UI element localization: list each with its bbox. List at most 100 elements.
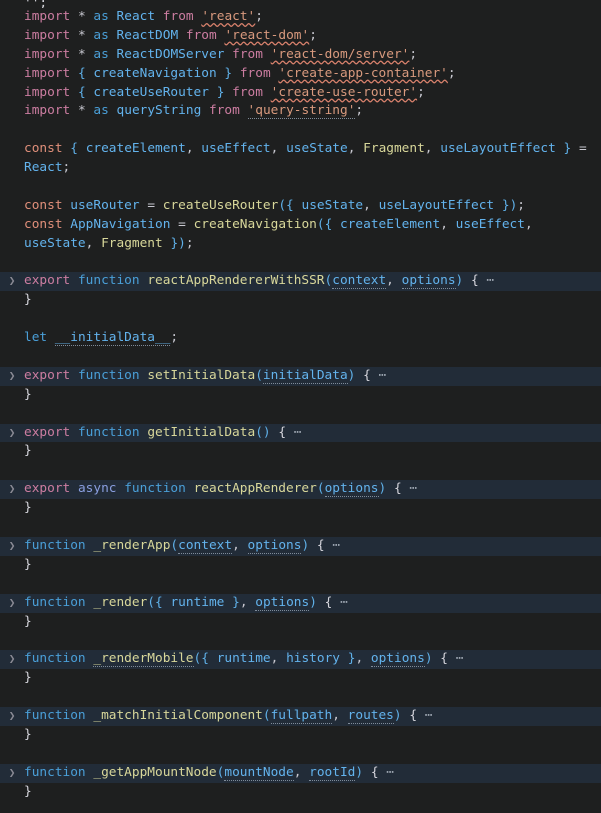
fold-placeholder[interactable]: ⋯ — [340, 595, 348, 610]
code-line-react-continuation[interactable]: React; — [0, 159, 601, 178]
module-create-use-router: 'create-use-router' — [270, 84, 418, 100]
ident-createElement: createElement — [85, 141, 186, 157]
fold-chevron-icon[interactable]: ❯ — [0, 424, 24, 443]
comma: , — [232, 537, 240, 553]
kw-const: const — [24, 197, 63, 213]
code-line-close-brace: } — [0, 499, 601, 518]
fold-chevron-icon[interactable]: ❯ — [0, 707, 24, 726]
lbrace: { — [370, 764, 379, 780]
code-line-const-appnavigation[interactable]: const AppNavigation = createNavigation({… — [0, 216, 601, 235]
equals: = — [578, 141, 587, 157]
code-line-const-userouter[interactable]: const useRouter = createUseRouter({ useS… — [0, 197, 601, 216]
fold-placeholder[interactable]: ⋯ — [294, 425, 302, 440]
fold-placeholder[interactable]: ⋯ — [379, 368, 387, 383]
folded-line-reactAppRenderer[interactable]: ❯ export async function reactAppRenderer(… — [0, 480, 601, 500]
rbrace: } — [501, 197, 510, 213]
module-query-string: 'query-string' — [247, 103, 356, 120]
code-line-import-createuserouter[interactable]: import { createUseRouter } from 'create-… — [0, 84, 601, 103]
code-line-close-brace: } — [0, 556, 601, 575]
comma: , — [332, 707, 340, 723]
semicolon: ; — [62, 160, 71, 176]
lbrace: { — [155, 594, 163, 610]
kw-function: function — [77, 424, 140, 440]
fold-chevron-icon[interactable]: ❯ — [0, 272, 24, 291]
kw-function: function — [24, 537, 86, 553]
fn-name-reactAppRendererWithSSR: reactAppRendererWithSSR — [147, 273, 325, 289]
kw-import: import — [24, 9, 71, 24]
ident-useEffect: useEffect — [455, 216, 525, 232]
code-line-const-destructure[interactable]: const { createElement, useEffect, useSta… — [0, 140, 601, 159]
fold-placeholder[interactable]: ⋯ — [425, 708, 433, 723]
lbrace: { — [201, 651, 209, 667]
fold-placeholder[interactable]: ⋯ — [386, 765, 394, 780]
code-line-import-createnavigation[interactable]: import { createNavigation } from 'create… — [0, 65, 601, 84]
param-rootId: rootId — [309, 764, 356, 781]
code-content[interactable]: ''; import * as React from 'react'; impo… — [0, 0, 601, 801]
module-react-dom: 'react-dom' — [224, 27, 310, 43]
param-runtime: runtime — [170, 594, 225, 610]
ident-useLayoutEffect: useLayoutEffect — [378, 197, 495, 213]
ident-useState: useState — [301, 197, 364, 213]
folded-line-getInitialData[interactable]: ❯ export function getInitialData() { ⋯ — [0, 423, 601, 443]
fold-chevron-icon[interactable]: ❯ — [0, 650, 24, 669]
code-editor[interactable]: ''; import * as React from 'react'; impo… — [0, 0, 601, 813]
ident-useState: useState — [24, 235, 86, 251]
param-fullpath: fullpath — [270, 707, 333, 724]
kw-from: from — [232, 84, 263, 100]
code-line-close-brace: } — [0, 613, 601, 632]
kw-as: as — [93, 46, 109, 62]
folded-line-reactAppRendererWithSSR[interactable]: ❯ export function reactAppRendererWithSSR… — [0, 272, 601, 292]
param-options: options — [370, 651, 425, 668]
rparen: ) — [347, 367, 356, 383]
rparen: ) — [393, 707, 402, 723]
folded-line-renderMobile[interactable]: ❯ function _renderMobile({ runtime, histo… — [0, 650, 601, 670]
param-initialData: initialData — [262, 367, 348, 384]
fold-placeholder[interactable]: ⋯ — [332, 538, 340, 553]
fold-placeholder[interactable]: ⋯ — [409, 481, 417, 496]
fold-chevron-icon[interactable]: ❯ — [0, 764, 24, 783]
ident-Fragment: Fragment — [101, 235, 163, 251]
param-context: context — [332, 273, 387, 290]
code-line-import-reactdom[interactable]: import * as ReactDOM from 'react-dom'; — [0, 27, 601, 46]
kw-function: function — [24, 651, 86, 667]
code-line-import-react[interactable]: import * as React from 'react'; — [0, 8, 601, 27]
code-line-import-querystring[interactable]: import * as queryString from 'query-stri… — [0, 102, 601, 121]
folded-line-matchInitialComponent[interactable]: ❯ function _matchInitialComponent(fullpat… — [0, 706, 601, 726]
ident-useRouter: useRouter — [70, 197, 140, 213]
lbrace: { — [409, 707, 418, 723]
equals: = — [178, 216, 186, 232]
kw-function: function — [24, 594, 86, 610]
lbrace: { — [363, 367, 371, 383]
fold-placeholder[interactable]: ⋯ — [456, 651, 464, 666]
code-line-appnavigation-continuation[interactable]: useState, Fragment }); — [0, 235, 601, 254]
folded-line-renderApp[interactable]: ❯ function _renderApp(context, options) {… — [0, 536, 601, 556]
ident-ReactDOMServer: ReactDOMServer — [116, 46, 225, 62]
comma: , — [85, 235, 94, 251]
fold-chevron-icon[interactable]: ❯ — [0, 594, 24, 613]
fold-chevron-icon[interactable]: ❯ — [0, 367, 24, 386]
folded-line-getAppMountNode[interactable]: ❯ function _getAppMountNode(mountNode, ro… — [0, 763, 601, 783]
folded-line-render[interactable]: ❯ function _render({ runtime }, options) … — [0, 593, 601, 613]
fold-placeholder[interactable]: ⋯ — [486, 273, 494, 288]
folded-line-setInitialData[interactable]: ❯ export function setInitialData(initialD… — [0, 366, 601, 386]
code-line-import-reactdomserver[interactable]: import * as ReactDOMServer from 'react-d… — [0, 46, 601, 65]
fn-name-getAppMountNode: _getAppMountNode — [93, 764, 217, 780]
lbrace: { — [324, 594, 333, 610]
rbrace: } — [24, 613, 32, 629]
fold-chevron-icon[interactable]: ❯ — [0, 537, 24, 556]
lbrace: { — [393, 481, 402, 497]
code-line-let-initialdata[interactable]: let __initialData__; — [0, 329, 601, 348]
kw-export: export — [24, 481, 71, 497]
fold-chevron-icon[interactable]: ❯ — [0, 480, 24, 499]
kw-let: let — [24, 330, 48, 346]
param-options: options — [324, 481, 379, 498]
param-options: options — [255, 594, 310, 611]
comma: , — [185, 141, 194, 157]
rparen: ) — [378, 481, 387, 497]
